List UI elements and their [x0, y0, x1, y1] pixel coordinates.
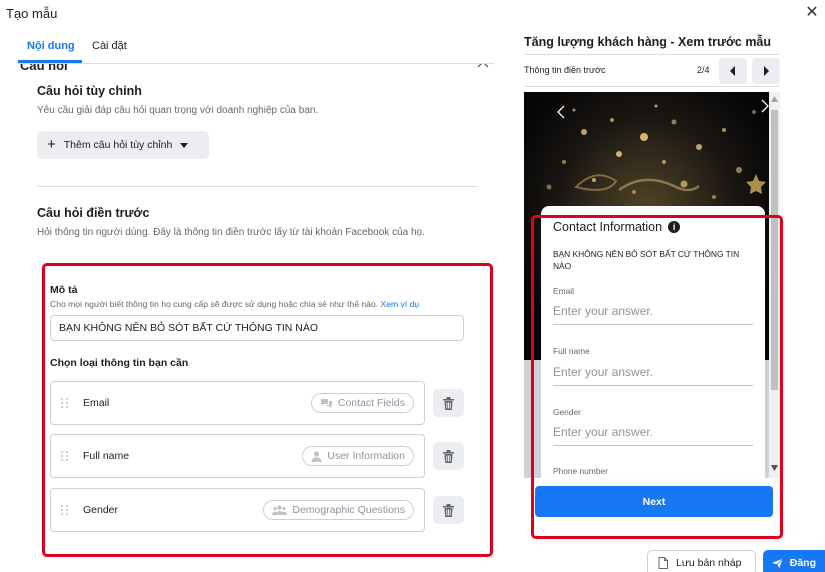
preview-step-label: Thông tin điền trước	[524, 65, 606, 75]
trash-icon	[443, 503, 454, 517]
preview-divider	[524, 54, 780, 55]
document-icon	[658, 557, 668, 569]
description-label: Mô tả	[50, 284, 78, 296]
field-row-full-name[interactable]: Full name User Information	[50, 434, 425, 478]
drag-handle-icon[interactable]	[61, 449, 69, 463]
publish-button[interactable]: Đăng	[763, 550, 825, 572]
save-draft-button[interactable]: Lưu bản nháp	[647, 550, 756, 572]
custom-questions-desc: Yêu cầu giải đáp câu hỏi quan trọng với …	[37, 105, 319, 116]
drag-handle-icon[interactable]	[61, 503, 69, 517]
field-category-text: Demographic Questions	[292, 504, 405, 516]
prefill-settings-panel: Mô tả Cho mọi người biết thông tin họ cu…	[50, 268, 480, 548]
add-custom-question-button[interactable]: + Thêm câu hỏi tùy chỉnh	[37, 131, 209, 159]
plus-icon: +	[47, 136, 56, 153]
prefill-questions-desc: Hỏi thông tin người dùng. Đây là thông t…	[37, 227, 425, 238]
field-category-badge: Demographic Questions	[263, 500, 414, 520]
field-category-text: Contact Fields	[337, 397, 405, 409]
trash-icon	[443, 396, 454, 410]
caret-left-icon	[730, 66, 735, 76]
see-example-link[interactable]: Xem ví dụ	[381, 299, 420, 309]
custom-questions-title: Câu hỏi tùy chỉnh	[37, 84, 142, 98]
trash-icon	[443, 449, 454, 463]
description-input[interactable]: BẠN KHÔNG NÊN BỎ SÓT BẤT CỨ THÔNG TIN NÀ…	[50, 315, 464, 341]
field-label: Full name	[83, 450, 130, 462]
caret-right-icon	[764, 66, 769, 76]
caret-down-icon	[180, 142, 189, 148]
tab-settings[interactable]: Cài đặt	[92, 40, 127, 62]
field-row-email[interactable]: Email Contact Fields	[50, 381, 425, 425]
save-draft-label: Lưu bản nháp	[676, 557, 742, 569]
field-label: Email	[83, 397, 110, 409]
drag-handle-icon[interactable]	[61, 396, 69, 410]
delete-field-button[interactable]	[433, 442, 464, 470]
scroll-up-arrow-icon[interactable]	[771, 96, 778, 102]
publish-label: Đăng	[789, 557, 816, 569]
person-icon	[311, 450, 322, 462]
dialog-title: Tạo mẫu	[6, 6, 58, 21]
field-label: Gender	[83, 504, 119, 516]
tab-content[interactable]: Nội dung	[27, 40, 75, 62]
field-row-gender[interactable]: Gender Demographic Questions	[50, 488, 425, 532]
choose-info-label: Chọn loại thông tin bạn cần	[50, 357, 189, 369]
people-icon	[272, 505, 288, 515]
delete-field-button[interactable]	[433, 496, 464, 524]
preview-divider-2	[524, 86, 780, 87]
description-help: Cho mọi người biết thông tin họ cung cấp…	[50, 299, 419, 309]
field-category-badge: Contact Fields	[310, 393, 414, 413]
add-custom-question-label: Thêm câu hỏi tùy chỉnh	[63, 139, 173, 151]
preview-title: Tăng lượng khách hàng - Xem trước mẫu	[524, 35, 772, 49]
preview-page-counter: 2/4	[697, 65, 710, 75]
description-help-text: Cho mọi người biết thông tin họ cung cấp…	[50, 299, 379, 309]
preview-prev-button[interactable]	[719, 58, 747, 84]
field-category-badge: User Information	[302, 446, 414, 466]
close-icon[interactable]: ✕	[803, 4, 821, 22]
field-category-text: User Information	[327, 450, 405, 462]
chat-bubbles-icon	[320, 398, 332, 408]
preview-next-arrow-button[interactable]	[752, 58, 780, 84]
delete-field-button[interactable]	[433, 389, 464, 417]
section-divider	[37, 186, 478, 187]
chevron-up-icon[interactable]	[476, 64, 490, 72]
highlight-frame-right	[531, 215, 783, 539]
prefill-questions-title: Câu hỏi điền trước	[37, 206, 150, 220]
paper-plane-icon	[772, 557, 783, 568]
section-heading: Câu hỏi	[20, 64, 68, 73]
